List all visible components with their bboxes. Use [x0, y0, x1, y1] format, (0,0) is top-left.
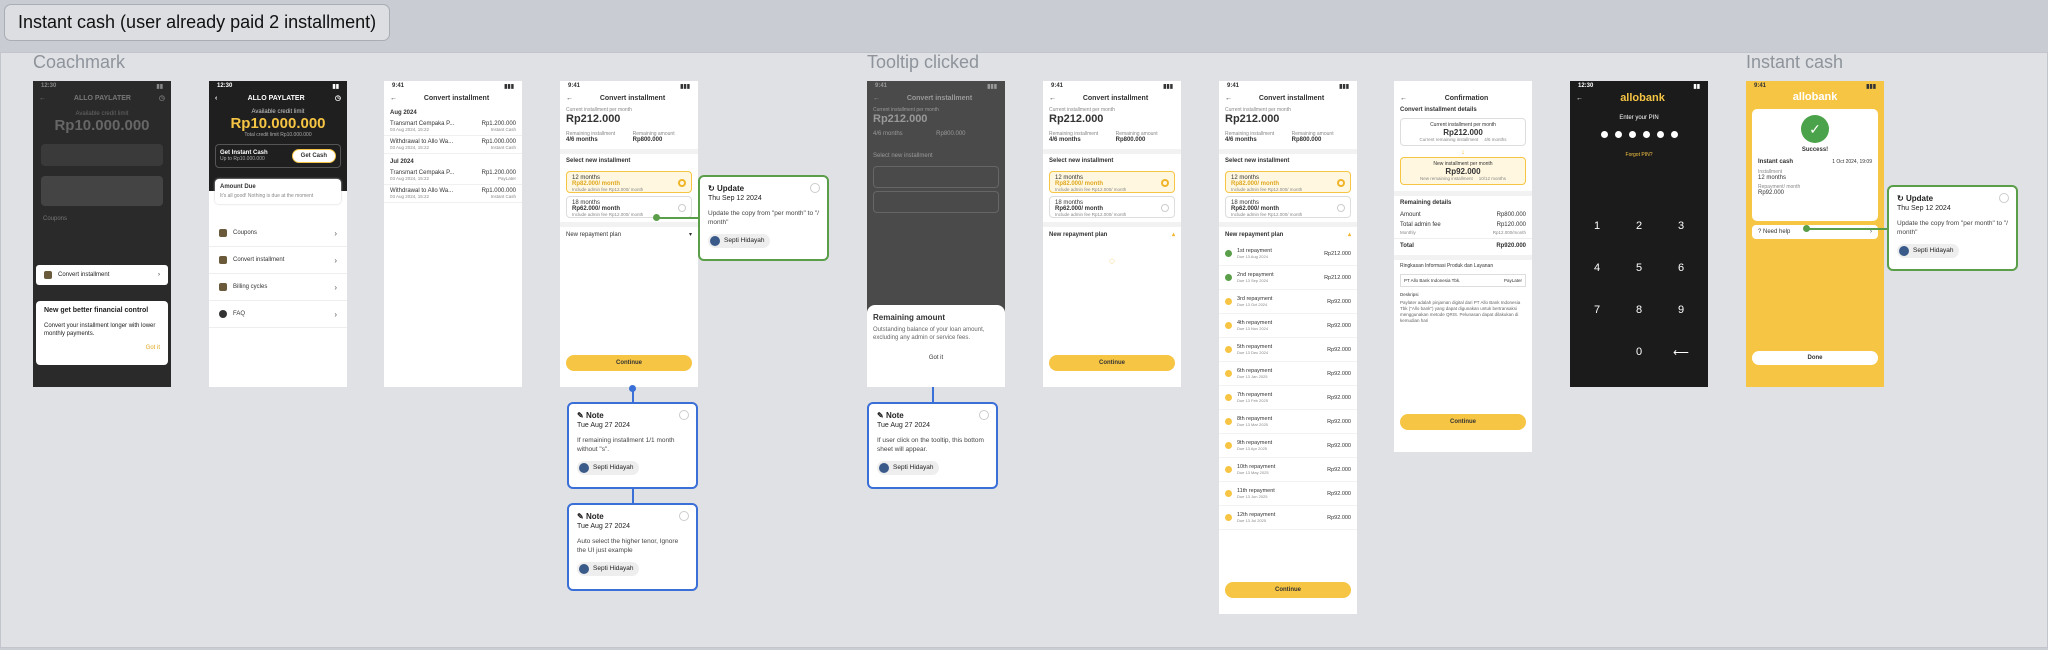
- repayment-row: 1st repayment Due 13 Aug 2024 Rp212.000: [1219, 242, 1357, 266]
- screen-loading: 9:41 ▮▮▮ ← Convert installment Current ins…: [1043, 81, 1181, 387]
- coachmark-card: New get better financial control Convert…: [36, 301, 168, 365]
- screen-tooltip: 9:41 ▮▮▮ ← Convert installment Current ins…: [867, 81, 1005, 387]
- note-card: ✎ Note Tue Aug 27 2024 If user click on th…: [867, 402, 998, 489]
- screen-repayment-plan: 9:41 ▮▮▮ ← Convert installment Current ins…: [1219, 81, 1357, 614]
- keypad-key[interactable]: 7: [1587, 304, 1607, 316]
- pin-dots: [1570, 131, 1708, 138]
- section-coachmark: Coachmark: [33, 52, 126, 72]
- repayment-row: 5th repayment Due 13 Dec 2024 Rp92.000: [1219, 338, 1357, 362]
- history-icon[interactable]: ◷: [335, 94, 341, 102]
- transaction-row[interactable]: Transmart Cempaka P... 03 Aug 2024, 15:22…: [384, 167, 522, 185]
- keypad-key[interactable]: ⟵: [1671, 346, 1691, 359]
- back-icon[interactable]: ←: [390, 95, 397, 102]
- update-card: ↻ Update Thu Sep 12 2024 Update the copy f…: [698, 175, 829, 261]
- screen-convert: 9:41 ▮▮▮ ← Convert installment Current ins…: [560, 81, 698, 387]
- continue-button[interactable]: Continue: [566, 355, 692, 371]
- back-icon[interactable]: ←: [1576, 95, 1583, 102]
- keypad-key[interactable]: 5: [1629, 262, 1649, 274]
- continue-button[interactable]: Continue: [1400, 414, 1526, 430]
- get-cash-button[interactable]: Get Cash: [291, 149, 336, 163]
- repayment-row: 6th repayment Due 13 Jan 2025 Rp92.000: [1219, 362, 1357, 386]
- keypad-key[interactable]: 0: [1629, 346, 1649, 358]
- repayment-row: 9th repayment Due 13 Apr 2025 Rp92.000: [1219, 434, 1357, 458]
- repayment-row: 11th repayment Due 13 Jun 2025 Rp92.000: [1219, 482, 1357, 506]
- repayment-row: 7th repayment Due 13 Feb 2025 Rp92.000: [1219, 386, 1357, 410]
- keypad-key[interactable]: 4: [1587, 262, 1607, 274]
- transaction-row[interactable]: Withdrawal to Allo Wa... 03 Aug 2024, 15:…: [384, 185, 522, 203]
- screen-coachmark: 12:30 ▮▮ ← ALLO PAYLATER ◷ Available credit…: [33, 81, 171, 387]
- coach-highlight: Convert installment ›: [36, 265, 168, 285]
- group-month: Jul 2024: [390, 159, 414, 165]
- section-tooltip-clicked: Tooltip clicked: [867, 52, 980, 72]
- continue-button[interactable]: Continue: [1225, 582, 1351, 598]
- loading-spinner-icon: ◌: [1109, 256, 1115, 267]
- update-card: ↻ Update Thu Sep 12 2024 Update the copy f…: [1887, 185, 2018, 271]
- tooltip-bottom-sheet: Remaining amount Outstanding balance of …: [867, 305, 1005, 387]
- repayment-row: 8th repayment Due 13 Mar 2025 Rp92.000: [1219, 410, 1357, 434]
- screen-paylater: 12:30 ▮▮ ‹ ALLO PAYLATER ◷ Available credit…: [209, 81, 347, 387]
- page-title: Instant cash (user already paid 2 instal…: [4, 4, 391, 41]
- keypad-key[interactable]: 3: [1671, 220, 1691, 232]
- keypad-key[interactable]: 8: [1629, 304, 1649, 316]
- repayment-plan-toggle[interactable]: New repayment plan ▾: [560, 227, 698, 242]
- repayment-row: 10th repayment Due 13 May 2025 Rp92.000: [1219, 458, 1357, 482]
- success-check-icon: ✓: [1801, 115, 1829, 143]
- keypad-key[interactable]: 9: [1671, 304, 1691, 316]
- menu-faq[interactable]: FAQ ›: [209, 301, 347, 328]
- section-instant-cash: Instant cash: [1746, 52, 1844, 72]
- repayment-row: 12th repayment Due 13 Jul 2025 Rp92.000: [1219, 506, 1357, 530]
- note-card: ✎ Note Tue Aug 27 2024 Auto select the hig…: [567, 503, 698, 591]
- note-card: ✎ Note Tue Aug 27 2024 If remaining instal…: [567, 402, 698, 489]
- menu-coupons[interactable]: Coupons ›: [209, 220, 347, 247]
- keypad-key[interactable]: 2: [1629, 220, 1649, 232]
- option-18-months[interactable]: 18 months Rp62.000/ month Include admin fe…: [566, 196, 692, 218]
- forgot-pin-link[interactable]: Forgot PIN?: [1570, 152, 1708, 158]
- keypad-key[interactable]: 1: [1587, 220, 1607, 232]
- got-it-button[interactable]: Got it: [873, 355, 999, 361]
- continue-button[interactable]: Continue: [1049, 355, 1175, 371]
- done-button[interactable]: Done: [1752, 351, 1878, 365]
- group-month: Aug 2024: [390, 110, 417, 116]
- menu-convert-installment[interactable]: Convert installment ›: [209, 247, 347, 274]
- screen-success: 9:41 ▮▮▮ allobank ✓ Success! Instant cash…: [1746, 81, 1884, 387]
- repayment-row: 4th repayment Due 13 Nov 2024 Rp92.000: [1219, 314, 1357, 338]
- screen-confirmation: ← Confirmation Convert installment detail…: [1394, 81, 1532, 452]
- repayment-row: 2nd repayment Due 13 Sep 2024 Rp212.000: [1219, 266, 1357, 290]
- screen-pin: 12:30 ▮▮ ← allobank Enter your PIN Forgot …: [1570, 81, 1708, 387]
- menu-billing-cycles[interactable]: Billing cycles ›: [209, 274, 347, 301]
- transaction-row[interactable]: Withdrawal to Allo Wa... 03 Aug 2024, 15:…: [384, 136, 522, 154]
- back-icon[interactable]: ←: [566, 95, 573, 102]
- repayment-row: 3rd repayment Due 13 Oct 2024 Rp92.000: [1219, 290, 1357, 314]
- transaction-row[interactable]: Transmart Cempaka P... 03 Aug 2024, 15:22…: [384, 118, 522, 136]
- option-12-months[interactable]: 12 months Rp82.000/ month Include admin fe…: [566, 171, 692, 193]
- keypad-key[interactable]: 6: [1671, 262, 1691, 274]
- back-icon[interactable]: ←: [1400, 95, 1407, 102]
- coach-got-it[interactable]: Got it: [44, 345, 160, 351]
- screen-convert-list: 9:41 ▮▮▮ ← Convert installment Aug 2024 Tra…: [384, 81, 522, 387]
